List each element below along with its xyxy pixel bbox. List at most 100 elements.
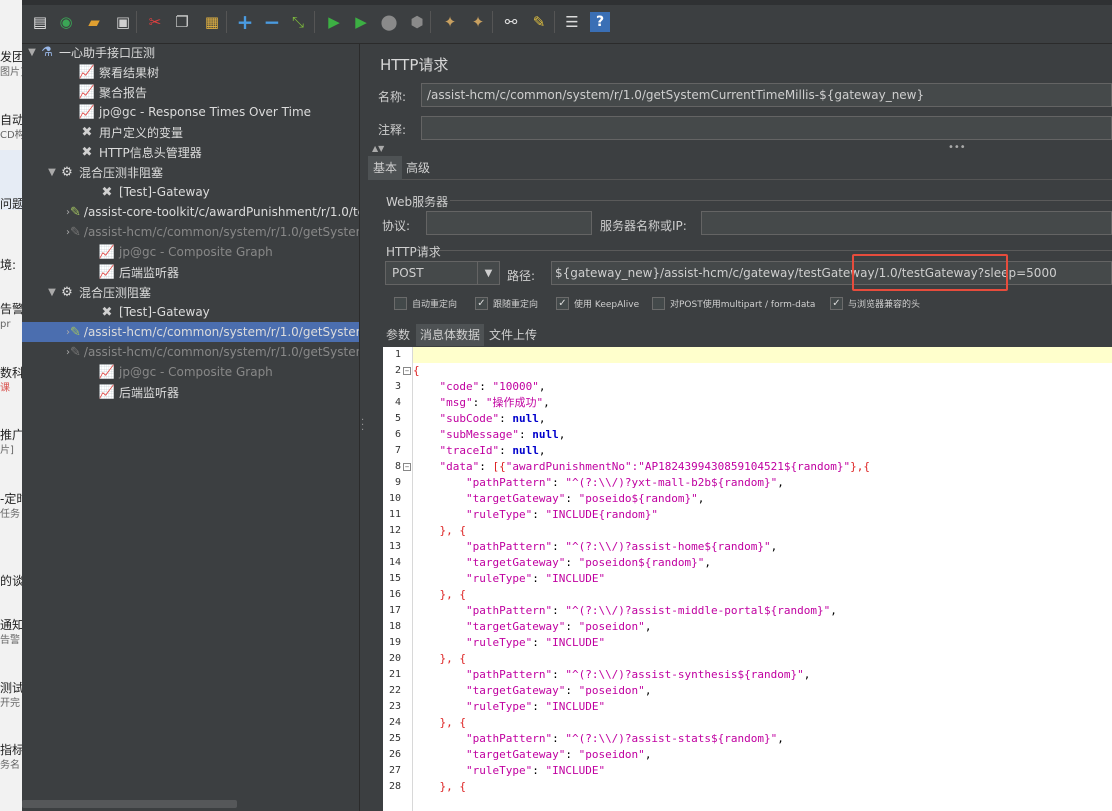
tree-node[interactable]: ✖ HTTP信息头管理器: [22, 142, 359, 162]
fold-toggle-icon[interactable]: −: [403, 367, 411, 375]
code-token: "ruleType": [465, 508, 533, 521]
paste-icon[interactable]: ▦: [202, 12, 222, 32]
line-number: 7: [394, 445, 401, 456]
start-icon[interactable]: ▶: [324, 12, 344, 32]
checkbox-browser-compatible-headers[interactable]: ✓ 与浏览器兼容的头: [830, 296, 920, 310]
checkbox-multipart[interactable]: 对POST使用multipart / form-data: [652, 296, 815, 310]
checkbox-keepalive[interactable]: ✓ 使用 KeepAlive: [556, 296, 639, 310]
clear-icon[interactable]: ✦: [440, 12, 460, 32]
comment-field[interactable]: [421, 116, 1112, 140]
code-area[interactable]: { "code": "10000", "msg": "操作成功", "subCo…: [413, 347, 1112, 811]
chevron-down-icon[interactable]: ▼: [477, 262, 499, 284]
test-plan-icon: ⚗: [41, 44, 53, 60]
strip-item: -定时任务: [0, 492, 22, 522]
new-icon[interactable]: ▤: [30, 12, 50, 32]
cut-icon[interactable]: ✂: [145, 12, 165, 32]
tree-node[interactable]: › ✎/assist-hcm/c/common/system/r/1.0/getS…: [22, 222, 359, 242]
protocol-field[interactable]: [426, 211, 592, 235]
checkbox-auto-redirect[interactable]: 自动重定向: [394, 296, 457, 310]
line-number: 12: [388, 525, 401, 536]
tree-node[interactable]: ▼ ⚙ 混合压测非阻塞: [22, 162, 359, 182]
server-field[interactable]: [701, 211, 1112, 235]
code-token: "10000": [492, 380, 539, 393]
splitter-grip[interactable]: · · ·: [361, 416, 365, 436]
tab-parameters[interactable]: 参数: [382, 324, 414, 346]
save-icon[interactable]: ▣: [113, 12, 133, 32]
drag-dots-icon[interactable]: •••: [948, 142, 966, 153]
tree-node[interactable]: 📈 察看结果树: [22, 62, 359, 82]
copy-icon[interactable]: ❐: [172, 12, 192, 32]
checkbox-box[interactable]: [652, 296, 665, 310]
open-icon[interactable]: ▰: [84, 12, 104, 32]
tab-files-upload[interactable]: 文件上传: [485, 324, 541, 346]
expand-icon[interactable]: +: [235, 12, 255, 32]
clear-all-icon[interactable]: ✦: [468, 12, 488, 32]
search-icon[interactable]: ⚯: [501, 12, 521, 32]
path-field[interactable]: ${gateway_new}/assist-hcm/c/gateway/test…: [551, 261, 1112, 285]
code-token: ,: [777, 476, 784, 489]
tree-node[interactable]: › ✎/assist-hcm/c/common/system/r/1.0/getS…: [22, 342, 359, 362]
code-line: "pathPattern": "^(?:\\/)?assist-middle-p…: [413, 603, 837, 619]
body-data-editor[interactable]: 1 2 3 4 5 6 7 8 9 10 11 12 13 14 15 16 17 18 19 20 21 22 23 24 2…: [383, 347, 1112, 811]
line-number: 19: [388, 637, 401, 648]
checkmark-icon[interactable]: ✓: [830, 296, 843, 310]
line-number: 8: [394, 461, 401, 472]
tree-node[interactable]: 📈 后端监听器: [22, 262, 359, 282]
start-no-pause-icon[interactable]: ▶: [351, 12, 371, 32]
toggle-icon[interactable]: ⤡: [288, 12, 308, 32]
tab-advanced[interactable]: 高级: [401, 156, 435, 180]
tab-basic[interactable]: 基本: [368, 156, 403, 180]
reset-search-icon[interactable]: ✎: [529, 12, 549, 32]
code-line: }, {: [413, 651, 467, 667]
tree-node[interactable]: ✖ [Test]-Gateway: [22, 182, 359, 202]
strip-item-text: 自动标: [0, 113, 22, 127]
strip-item-text: 通知: [0, 618, 22, 632]
background-window-strip: 发团图片]自动标CD构问题。境:告警pr数科课推广片]-定时任务的谈通知告警测试…: [0, 0, 22, 811]
method-select[interactable]: POST ▼: [385, 261, 500, 285]
checkbox-follow-redirect[interactable]: ✓ 跟随重定向: [475, 296, 538, 310]
code-token: :: [565, 620, 579, 633]
shutdown-icon[interactable]: ⬢: [407, 12, 427, 32]
templates-icon[interactable]: ◉: [56, 12, 76, 32]
tree-node[interactable]: › ✎/assist-core-toolkit/c/awardPunishment…: [22, 202, 359, 222]
tree-node[interactable]: 📈 jp@gc - Composite Graph: [22, 362, 359, 382]
checkmark-icon[interactable]: ✓: [556, 296, 569, 310]
tree-node-label: HTTP信息头管理器: [99, 145, 202, 160]
checkbox-box[interactable]: [394, 296, 407, 310]
tree-node[interactable]: 📈 jp@gc - Response Times Over Time: [22, 102, 359, 122]
tree-node[interactable]: ▼ ⚙ 混合压测阻塞: [22, 282, 359, 302]
chevron-down-icon[interactable]: ▼: [46, 287, 58, 298]
test-plan-tree[interactable]: ▼ ⚗ 一心助手接口压测 📈 察看结果树 📈 聚合报告 📈 jp@gc - Response T…: [22, 44, 360, 811]
code-token: ,: [803, 668, 811, 681]
strip-item: 数科课: [0, 366, 22, 396]
name-field[interactable]: /assist-hcm/c/common/system/r/1.0/getSys…: [421, 83, 1112, 107]
code-token: "targetGateway": [465, 620, 566, 633]
fold-toggle-icon[interactable]: −: [403, 463, 411, 471]
tree-node[interactable]: ✖ 用户定义的变量: [22, 122, 359, 142]
tree-horizontal-scrollbar[interactable]: [22, 800, 237, 808]
code-token: "targetGateway": [465, 492, 566, 505]
code-token: ,: [538, 412, 546, 425]
function-helper-icon[interactable]: ☰: [562, 12, 582, 32]
sampler-icon: ✎: [70, 324, 81, 340]
checkmark-icon[interactable]: ✓: [475, 296, 488, 310]
collapse-arrows-icon[interactable]: ▲▼: [372, 144, 384, 153]
code-token: :: [565, 684, 579, 697]
tree-node[interactable]: ✖ [Test]-Gateway: [22, 302, 359, 322]
tab-body-data[interactable]: 消息体数据: [416, 324, 485, 346]
help-icon[interactable]: ?: [590, 12, 610, 32]
chevron-down-icon[interactable]: ▼: [26, 47, 38, 58]
tree-node[interactable]: 📈 后端监听器: [22, 382, 359, 402]
code-token: ,: [644, 684, 652, 697]
collapse-icon[interactable]: −: [262, 12, 282, 32]
chevron-down-icon[interactable]: ▼: [46, 167, 58, 178]
stop-icon[interactable]: ⬤: [379, 12, 399, 32]
collapse-bar[interactable]: ▲▼ •••: [368, 142, 1112, 154]
tree-node[interactable]: 📈 聚合报告: [22, 82, 359, 102]
tree-node[interactable]: › ✎/assist-hcm/c/common/system/r/1.0/getS…: [22, 322, 359, 342]
strip-item: 告警 pr: [0, 302, 22, 332]
tree-node[interactable]: ▼ ⚗ 一心助手接口压测: [22, 44, 359, 62]
tree-node[interactable]: 📈 jp@gc - Composite Graph: [22, 242, 359, 262]
